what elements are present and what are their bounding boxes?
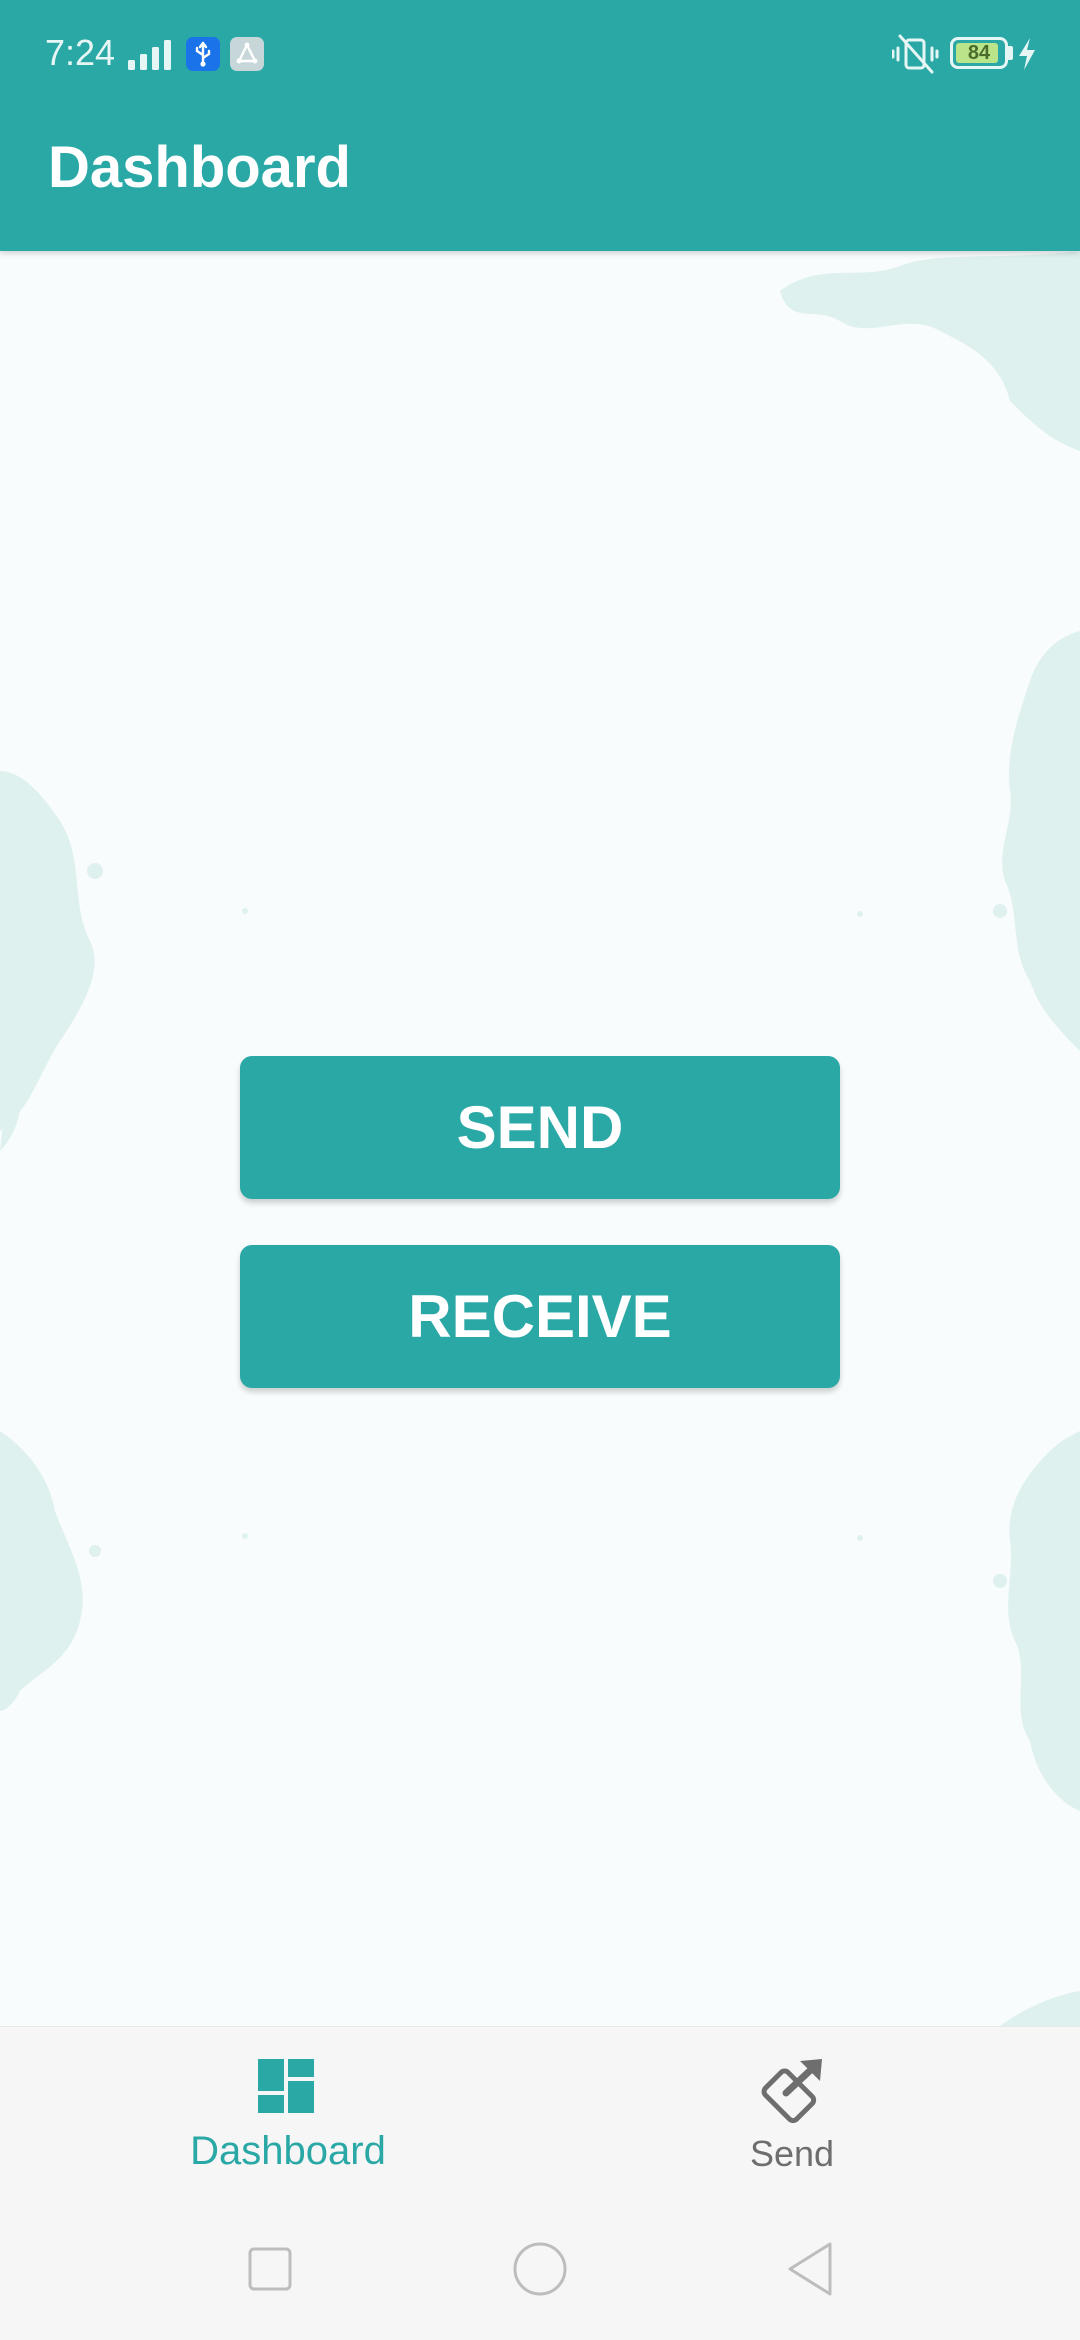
screen: 7:24 84 Dashboard SEND RECEIVE Dashboard… <box>0 0 1080 2340</box>
mute-icon <box>892 34 939 74</box>
gallery-icon <box>230 37 264 71</box>
status-bar: 7:24 84 <box>0 0 1080 108</box>
bottom-navigation: Dashboard Send <box>0 2026 1080 2201</box>
status-time: 7:24 <box>45 32 116 73</box>
receive-button[interactable]: RECEIVE <box>240 1245 840 1388</box>
send-phone-icon <box>761 2059 822 2124</box>
charging-icon <box>1019 38 1035 70</box>
signal-icon <box>128 40 171 70</box>
send-button[interactable]: SEND <box>240 1056 840 1199</box>
battery-icon: 84 <box>950 37 1008 69</box>
battery-level: 84 <box>967 42 991 64</box>
home-icon[interactable] <box>505 2234 575 2304</box>
recent-apps-icon[interactable] <box>235 2234 305 2304</box>
system-navigation-bar <box>0 2200 1080 2340</box>
top-bar: 7:24 84 Dashboard <box>0 0 1080 251</box>
bottom-nav-send[interactable]: Send <box>540 2027 1080 2201</box>
page-title: Dashboard <box>48 135 351 200</box>
back-icon[interactable] <box>775 2234 845 2304</box>
bottom-nav-send-label: Send <box>749 2133 835 2174</box>
bottom-nav-dashboard[interactable]: Dashboard <box>0 2027 540 2201</box>
usb-icon <box>186 37 220 71</box>
battery-tip <box>1008 46 1013 60</box>
bottom-nav-dashboard-label: Dashboard <box>190 2129 386 2173</box>
dashboard-icon <box>258 2059 314 2113</box>
